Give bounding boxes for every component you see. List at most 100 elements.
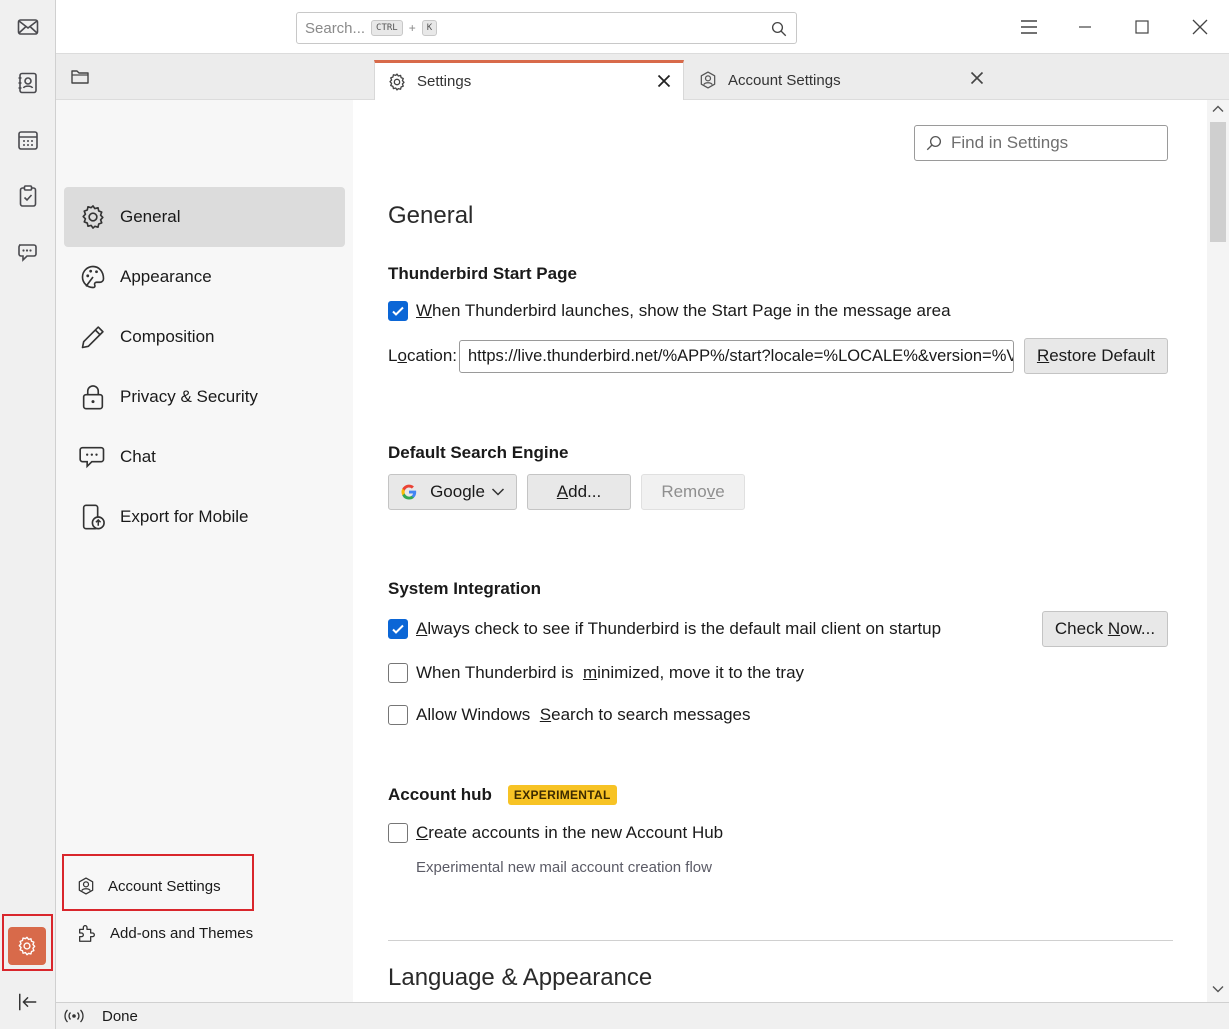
settings-space-button[interactable] [8, 927, 46, 965]
tab-settings[interactable]: Settings [374, 60, 684, 100]
default-client-checkbox-label: Always check to see if Thunderbird is th… [416, 619, 942, 638]
content-scrollbar[interactable] [1207, 100, 1229, 1002]
category-label: Composition [120, 327, 215, 346]
checkmark-icon [392, 306, 404, 316]
default-client-checkbox-row[interactable]: Always check to see if Thunderbird is th… [388, 619, 941, 639]
section-divider [388, 940, 1173, 941]
tab-bar: Settings Account Settings [56, 54, 1229, 100]
global-search-bar[interactable]: Search... CTRL + K [296, 12, 797, 44]
settings-content-pane: Find in Settings General Thunderbird Sta… [353, 100, 1207, 1002]
close-icon [657, 74, 671, 88]
mail-icon [17, 19, 39, 35]
lock-icon [78, 383, 108, 411]
address-book-space-button[interactable] [12, 67, 44, 99]
page-title: General [388, 202, 474, 229]
mail-folder-tab-button[interactable] [70, 68, 90, 86]
chat-icon [78, 443, 108, 471]
default-client-checkbox[interactable] [388, 619, 408, 639]
add-search-engine-button[interactable]: Add... [527, 474, 631, 510]
tab-account-settings[interactable]: Account Settings [686, 60, 996, 100]
tasks-space-button[interactable] [12, 180, 44, 212]
category-composition[interactable]: Composition [64, 307, 345, 367]
addons-themes-link-label: Add-ons and Themes [110, 924, 254, 942]
scrollbar-thumb[interactable] [1210, 122, 1226, 242]
windows-search-checkbox-label: Allow Windows Search to search messages [416, 705, 751, 724]
minimize-icon [1079, 26, 1091, 28]
windows-search-checkbox-row[interactable]: Allow Windows Search to search messages [388, 705, 751, 725]
tab-settings-close-button[interactable] [657, 74, 671, 88]
start-page-checkbox-row[interactable]: When Thunderbird launches, show the Star… [388, 301, 951, 321]
maximize-button[interactable] [1127, 12, 1157, 42]
category-general[interactable]: General [64, 187, 345, 247]
shortcut-key-ctrl: CTRL [371, 20, 403, 36]
search-icon [926, 135, 942, 151]
minimize-tray-checkbox-row[interactable]: When Thunderbird is minimized, move it t… [388, 663, 804, 683]
calendar-space-button[interactable] [12, 124, 44, 156]
category-privacy-security[interactable]: Privacy & Security [64, 367, 345, 427]
shortcut-plus: + [408, 21, 416, 35]
system-integration-heading: System Integration [388, 579, 542, 598]
account-settings-link[interactable]: Account Settings [76, 868, 221, 904]
pencil-icon [78, 323, 108, 351]
phone-icon [78, 503, 108, 531]
start-page-checkbox-label: When Thunderbird launches, show the Star… [416, 301, 951, 320]
start-page-heading: Thunderbird Start Page [388, 264, 577, 283]
chat-icon [18, 244, 37, 262]
shortcut-key-k: K [421, 20, 438, 36]
status-bar: Done [56, 1002, 1229, 1029]
settings-categories: General Appearance Composition Privacy &… [56, 100, 353, 1002]
gear-icon [18, 936, 36, 956]
account-settings-link-label: Account Settings [108, 877, 221, 895]
tab-account-settings-close-button[interactable] [970, 71, 984, 85]
title-bar: Search... CTRL + K [56, 0, 1229, 54]
account-hub-checkbox-row[interactable]: Create accounts in the new Account Hub [388, 823, 723, 843]
category-label: Export for Mobile [120, 507, 249, 526]
search-engine-select[interactable]: Google [388, 474, 517, 510]
category-label: Chat [120, 447, 156, 466]
start-page-location-input[interactable]: https://live.thunderbird.net/%APP%/start… [459, 340, 1014, 373]
scroll-up-arrow-icon[interactable] [1212, 104, 1224, 114]
addons-themes-link[interactable]: Add-ons and Themes [76, 915, 253, 951]
collapse-left-icon [19, 993, 37, 1011]
online-status-icon[interactable] [64, 1008, 84, 1024]
find-in-settings-input[interactable]: Find in Settings [914, 125, 1168, 161]
account-hub-checkbox[interactable] [388, 823, 408, 843]
check-now-button[interactable]: Check Now... [1042, 611, 1168, 647]
gear-icon [387, 72, 407, 92]
google-logo-icon [401, 484, 417, 500]
category-appearance[interactable]: Appearance [64, 247, 345, 307]
app-menu-button[interactable] [1014, 12, 1044, 42]
account-icon [76, 876, 96, 896]
location-label: Lo cation: [388, 346, 458, 365]
search-icon[interactable] [770, 20, 788, 38]
category-label: Privacy & Security [120, 387, 258, 406]
chevron-down-icon [491, 488, 504, 496]
scroll-down-arrow-icon[interactable] [1212, 984, 1224, 994]
category-chat[interactable]: Chat [64, 427, 345, 487]
minimize-button[interactable] [1070, 12, 1100, 42]
palette-icon [78, 263, 108, 291]
tab-settings-label: Settings [417, 73, 472, 90]
tasks-icon [19, 185, 37, 207]
minimize-tray-checkbox[interactable] [388, 663, 408, 683]
category-label: General [120, 207, 181, 226]
calendar-icon [18, 131, 38, 150]
category-export-mobile[interactable]: Export for Mobile [64, 487, 345, 547]
folder-icon [71, 70, 89, 84]
experimental-badge: EXPERIMENTAL [507, 785, 617, 805]
collapse-spaces-button[interactable] [14, 988, 42, 1016]
remove-search-engine-button[interactable]: Remo v e [641, 474, 745, 510]
maximize-icon [1135, 20, 1149, 34]
search-placeholder: Search... [305, 19, 366, 37]
account-hub-heading-text: Account hub [388, 785, 492, 804]
gear-icon [78, 203, 108, 231]
search-engine-selected: Google [430, 482, 485, 501]
restore-default-button[interactable]: Restore Default [1024, 338, 1168, 374]
start-page-checkbox[interactable] [388, 301, 408, 321]
mail-space-button[interactable] [12, 11, 44, 43]
close-window-button[interactable] [1185, 12, 1215, 42]
windows-search-checkbox[interactable] [388, 705, 408, 725]
chat-space-button[interactable] [12, 236, 44, 268]
account-hub-heading: Account hub EXPERIMENTAL [388, 785, 617, 805]
language-appearance-heading: Language & Appearance [388, 964, 653, 991]
